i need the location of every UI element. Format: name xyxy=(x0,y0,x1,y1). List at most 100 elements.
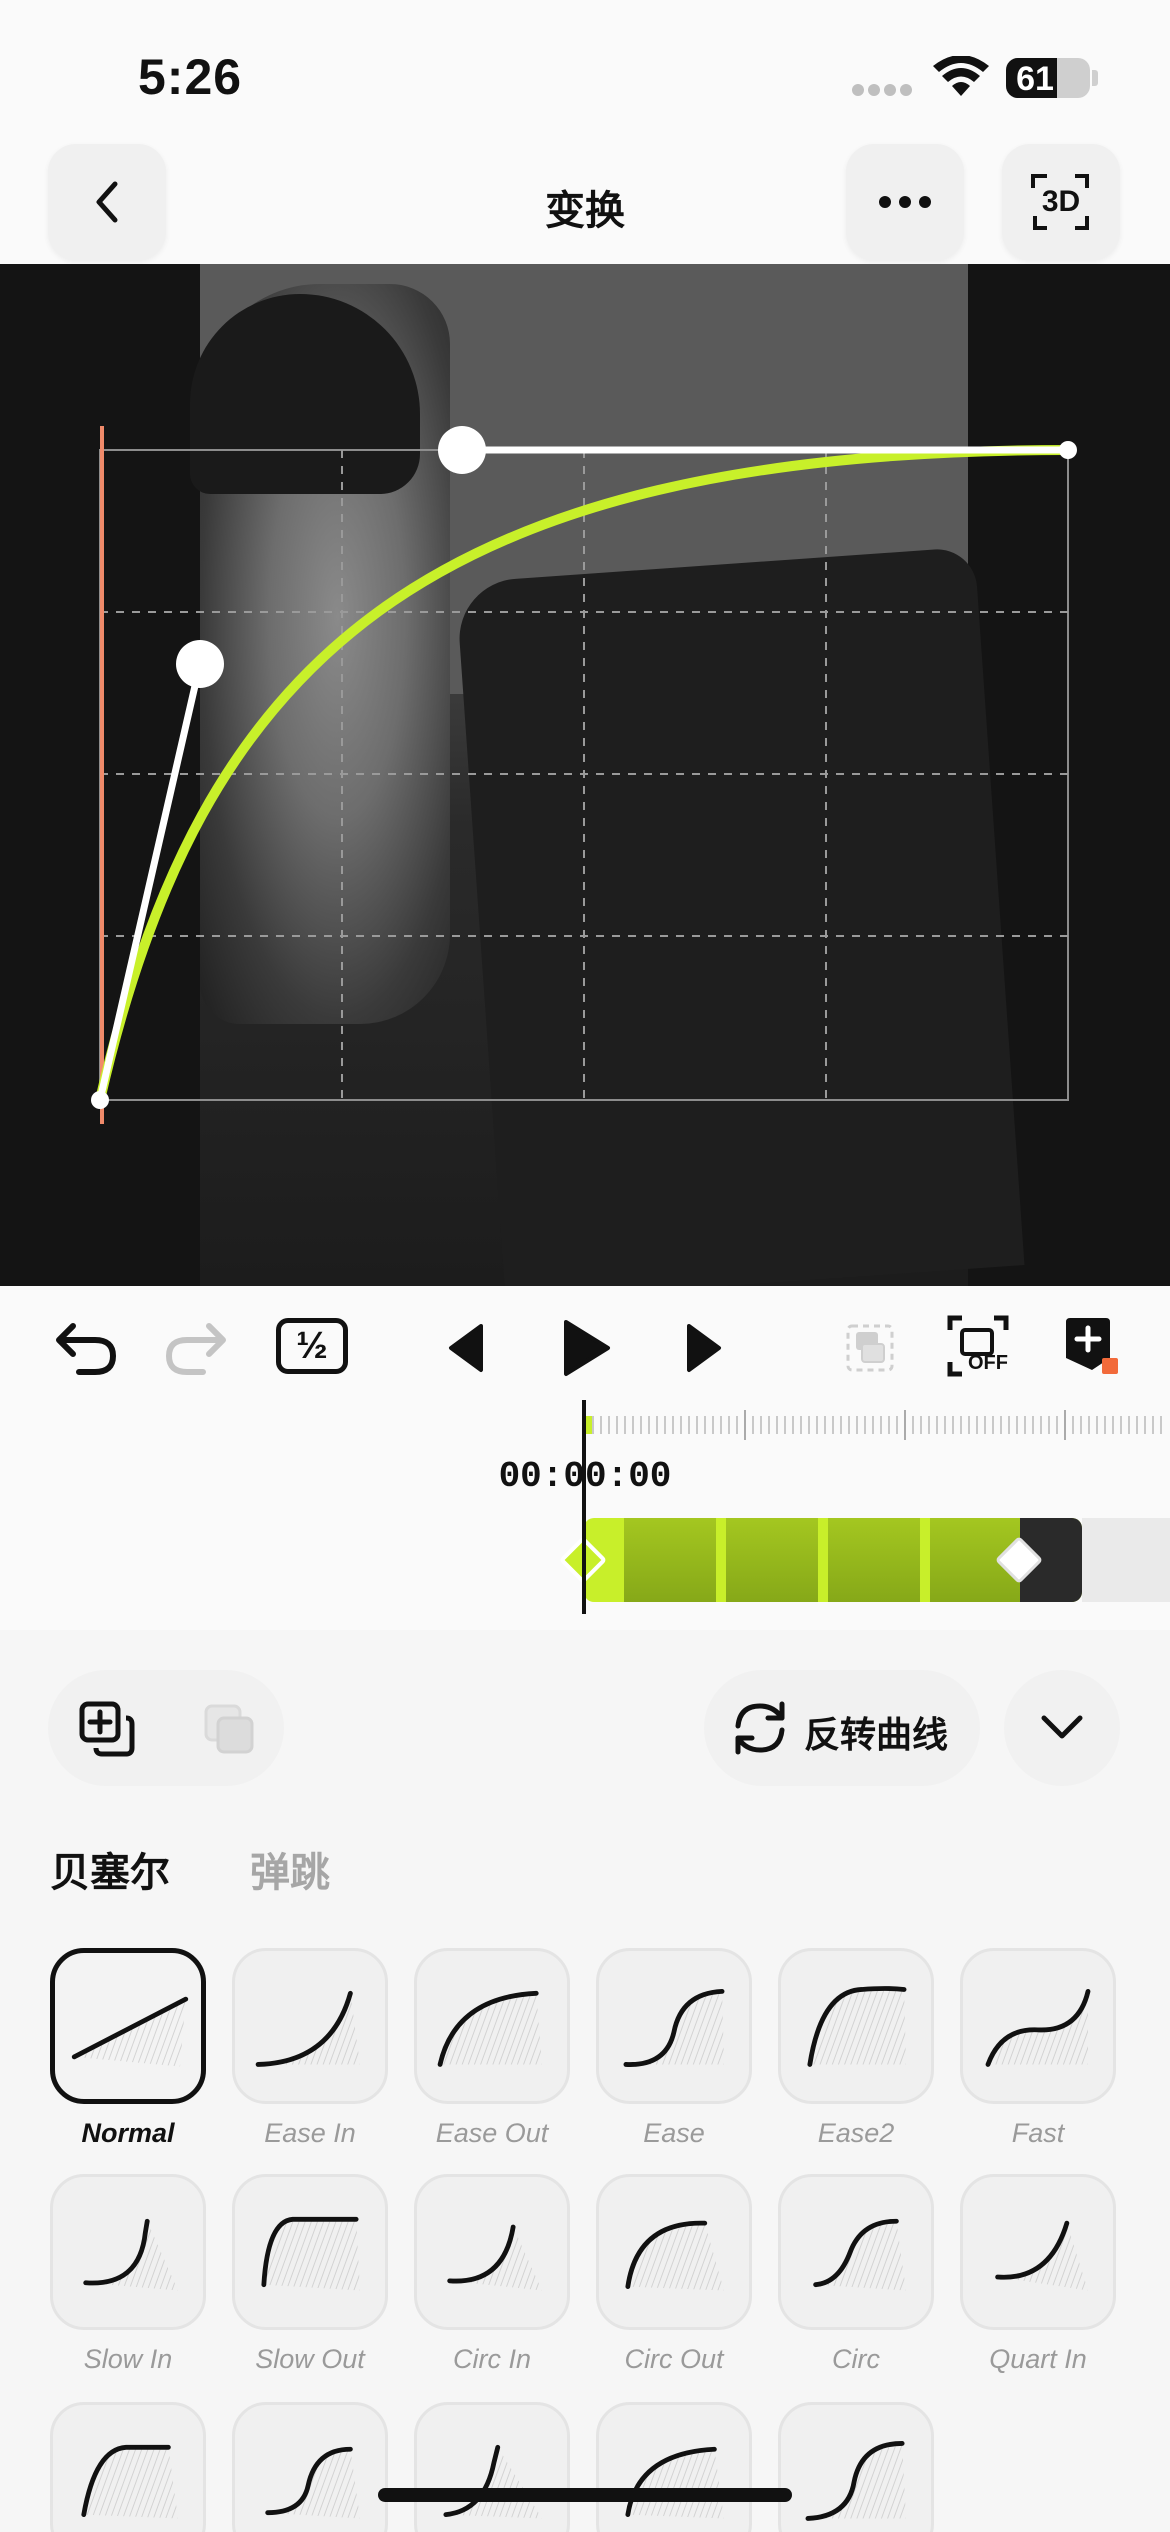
ruler-tick xyxy=(712,1416,714,1434)
preset-card-preset-15[interactable] xyxy=(414,2402,570,2532)
ruler-tick xyxy=(840,1416,842,1434)
3d-view-button[interactable]: 3D xyxy=(1002,144,1120,260)
battery-icon: 61 xyxy=(1006,58,1090,98)
ruler-tick xyxy=(760,1416,762,1434)
preset-label: Slow In xyxy=(83,2344,173,2374)
add-keyframe-button[interactable] xyxy=(1060,1312,1124,1382)
curve-preset-panel: 反转曲线 贝塞尔 弹跳 Normal Ease In Ease Out Ease Eas… xyxy=(0,1630,1170,2532)
ruler-tick xyxy=(944,1416,946,1434)
ruler-tick xyxy=(1000,1416,1002,1434)
copy-curve-icon xyxy=(79,1701,135,1757)
preset-card-ease2[interactable] xyxy=(778,1948,934,2104)
ruler-tick xyxy=(624,1416,626,1434)
speed-button[interactable]: ½ xyxy=(276,1318,348,1374)
curve-preview-icon xyxy=(995,2220,1088,2291)
playhead[interactable] xyxy=(582,1400,586,1614)
preset-label: Ease2 xyxy=(817,2118,895,2148)
curve-preview-icon xyxy=(71,1996,189,2067)
collapse-panel-button[interactable] xyxy=(1004,1670,1120,1786)
handle-line-start xyxy=(96,663,204,1101)
curve-preview-icon xyxy=(83,2218,178,2291)
ruler-tick xyxy=(1040,1416,1042,1434)
ruler-tick xyxy=(1056,1416,1058,1434)
copy-curve-button[interactable] xyxy=(72,1694,142,1764)
timeline-ruler xyxy=(584,1410,1170,1440)
curve-preview-icon xyxy=(81,2444,178,2519)
fit-toggle-button[interactable]: OFF xyxy=(946,1314,1010,1378)
ruler-tick xyxy=(952,1416,954,1434)
bezier-curve-editor[interactable] xyxy=(0,264,1170,1286)
preset-card-circ[interactable] xyxy=(778,2174,934,2330)
ruler-tick xyxy=(912,1416,914,1434)
preset-card-circ-out[interactable] xyxy=(596,2174,752,2330)
curve-preview-icon xyxy=(255,1990,360,2067)
preset-card-slow-out[interactable] xyxy=(232,2174,388,2330)
reverse-icon xyxy=(735,1701,785,1755)
3d-label: 3D xyxy=(1041,185,1081,218)
prev-frame-icon xyxy=(449,1324,483,1372)
preset-card-normal[interactable] xyxy=(50,1948,206,2104)
curve-preview-icon xyxy=(625,2220,724,2291)
ruler-tick xyxy=(960,1416,962,1434)
ruler-tick xyxy=(856,1416,858,1434)
ruler-tick xyxy=(680,1416,682,1434)
layer-button[interactable] xyxy=(838,1316,902,1380)
video-preview[interactable] xyxy=(0,264,1170,1286)
ruler-tick xyxy=(1024,1416,1026,1434)
battery-tip xyxy=(1092,70,1098,86)
curve-preview-icon xyxy=(625,2446,724,2519)
ruler-tick xyxy=(816,1416,818,1434)
tab-bezier[interactable]: 贝塞尔 xyxy=(50,1840,170,1898)
preset-card-fast[interactable] xyxy=(960,1948,1116,2104)
tab-bounce[interactable]: 弹跳 xyxy=(250,1840,330,1898)
ruler-tick xyxy=(864,1416,866,1434)
cellular-signal-icon xyxy=(852,84,914,96)
play-button[interactable] xyxy=(556,1316,616,1380)
prev-frame-button[interactable] xyxy=(440,1320,490,1376)
timeline[interactable]: 00:00:00 xyxy=(0,1400,1170,1630)
ruler-tick xyxy=(1072,1416,1074,1434)
ruler-tick xyxy=(984,1416,986,1434)
preset-card-preset-16[interactable] xyxy=(596,2402,752,2532)
preset-card-preset-14[interactable] xyxy=(232,2402,388,2532)
preset-card-preset-17[interactable] xyxy=(778,2402,934,2532)
ruler-tick xyxy=(792,1416,794,1434)
curve-preview-icon xyxy=(807,1986,907,2067)
paste-curve-button[interactable] xyxy=(194,1694,264,1764)
reverse-curve-button[interactable]: 反转曲线 xyxy=(704,1670,980,1786)
preset-card-preset-13[interactable] xyxy=(50,2402,206,2532)
ruler-tick xyxy=(784,1416,786,1434)
redo-button[interactable] xyxy=(158,1316,234,1380)
preset-label: Ease Out xyxy=(435,2118,549,2148)
ruler-tick xyxy=(888,1416,890,1434)
ruler-tick xyxy=(696,1416,698,1434)
control-handle-2[interactable] xyxy=(438,426,486,474)
preset-card-circ-in[interactable] xyxy=(414,2174,570,2330)
reverse-curve-label: 反转曲线 xyxy=(804,1714,949,1755)
play-icon xyxy=(564,1320,610,1376)
curve-preview-icon xyxy=(623,1988,725,2067)
preset-card-ease[interactable] xyxy=(596,1948,752,2104)
preset-card-ease-in[interactable] xyxy=(232,1948,388,2104)
preset-card-slow-in[interactable] xyxy=(50,2174,206,2330)
ruler-tick xyxy=(992,1416,994,1434)
ellipsis-icon xyxy=(879,196,931,208)
chevron-down-icon xyxy=(1041,1715,1083,1739)
ruler-tick xyxy=(1144,1416,1146,1434)
preset-card-quart-in[interactable] xyxy=(960,2174,1116,2330)
curve-preview-icon xyxy=(443,2444,542,2519)
more-button[interactable] xyxy=(846,144,964,260)
ruler-tick xyxy=(1112,1416,1114,1434)
timeline-empty-track xyxy=(1082,1518,1170,1602)
undo-button[interactable] xyxy=(48,1316,124,1380)
control-handle-1[interactable] xyxy=(176,640,224,688)
preset-card-ease-out[interactable] xyxy=(414,1948,570,2104)
ruler-tick xyxy=(1152,1416,1154,1434)
ruler-tick xyxy=(1120,1416,1122,1434)
next-frame-button[interactable] xyxy=(680,1320,730,1376)
undo-icon xyxy=(56,1323,116,1375)
ruler-tick xyxy=(920,1416,922,1434)
wifi-icon xyxy=(933,56,989,96)
preset-label: Circ In xyxy=(452,2344,531,2374)
nav-bar: 变换 3D xyxy=(0,140,1170,264)
